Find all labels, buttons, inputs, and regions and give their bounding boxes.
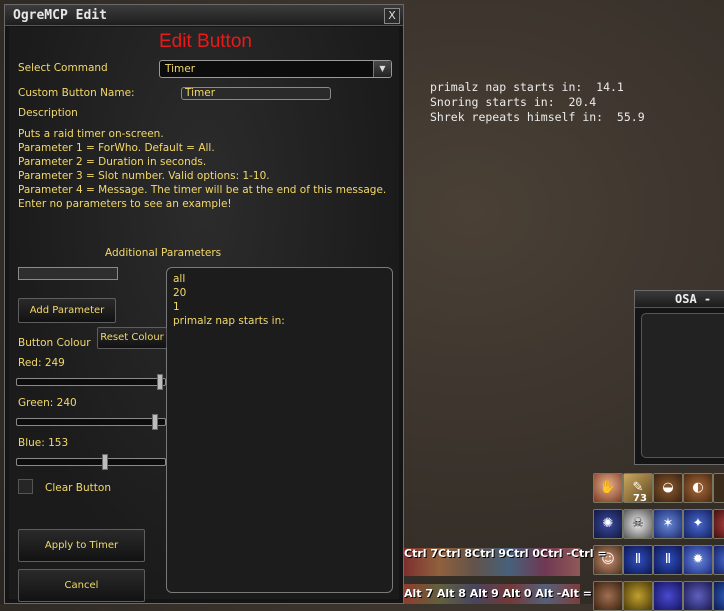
spell-icon: Ⅱ (634, 552, 642, 567)
chevron-down-icon[interactable]: ▼ (373, 61, 391, 77)
command-select-value: Timer (165, 63, 196, 75)
select-command-label: Select Command (18, 62, 108, 74)
spell-icon: Ⅱ (664, 552, 672, 567)
blue-slider-thumb[interactable] (102, 454, 108, 470)
list-item[interactable]: all (173, 272, 386, 286)
list-item[interactable]: 1 (173, 300, 386, 314)
command-select[interactable]: Timer ▼ (159, 60, 392, 78)
osa-window: OSA - (634, 290, 724, 465)
green-slider-track[interactable] (16, 418, 166, 426)
list-item[interactable]: 20 (173, 286, 386, 300)
hotbar-slot[interactable] (713, 473, 724, 503)
apply-to-timer-button[interactable]: Apply to Timer (18, 529, 145, 562)
hotbar-slot[interactable]: ✶ (653, 509, 683, 539)
description-line: Puts a raid timer on-screen. (18, 128, 164, 140)
hotbar-keybinds-row1: Ctrl 7Ctrl 8Ctrl 9Ctrl 0Ctrl -Ctrl = (404, 547, 607, 560)
custom-name-input[interactable]: Timer (181, 87, 331, 100)
description-line: Parameter 1 = ForWho. Default = All. (18, 142, 215, 154)
description-line: Parameter 2 = Duration in seconds. (18, 156, 207, 168)
edit-panel: Edit Button Select Command Timer ▼ Custo… (9, 27, 399, 602)
close-button[interactable]: X (384, 8, 400, 24)
hotbar-slot[interactable] (653, 581, 683, 611)
red-label: Red: 249 (18, 357, 65, 369)
green-label: Green: 240 (18, 397, 77, 409)
blue-slider[interactable] (16, 454, 166, 470)
description-line: Enter no parameters to see an example! (18, 198, 232, 210)
stack-count: 73 (633, 493, 647, 504)
parameters-list[interactable]: all 20 1 primalz nap starts in: (166, 267, 393, 593)
hotbar-slot[interactable] (593, 581, 623, 611)
hotbar-slot[interactable]: Ⅱ (623, 545, 653, 575)
rune-icon: ✺ (602, 516, 614, 531)
bread-icon: ◒ (662, 480, 674, 495)
red-slider-track[interactable] (16, 378, 166, 386)
green-slider-thumb[interactable] (152, 414, 158, 430)
hotbar-slot[interactable] (713, 545, 724, 575)
timer-text-2: Snoring starts in: 20.4 (430, 95, 597, 109)
clear-button-label: Clear Button (45, 482, 111, 494)
claw-icon: ✶ (662, 516, 674, 531)
warrior-icon: ♞ (714, 516, 724, 531)
hotbar-slot[interactable]: ♞ (713, 509, 724, 539)
skull-icon: ☠ (632, 516, 644, 531)
food-icon: ◐ (692, 480, 704, 495)
red-slider[interactable] (16, 374, 166, 390)
osa-window-title[interactable]: OSA - (635, 291, 724, 308)
description-label: Description (18, 107, 78, 119)
hotbar-slot[interactable]: Ⅱ (653, 545, 683, 575)
hotbar-slot[interactable] (713, 581, 724, 611)
red-slider-thumb[interactable] (157, 374, 163, 390)
hotbar-slot[interactable] (683, 581, 713, 611)
hotbar-slot[interactable]: ◐ (683, 473, 713, 503)
page-title: Edit Button (159, 31, 252, 52)
hotbar-slot[interactable]: ☠ (623, 509, 653, 539)
gear-icon: ✹ (692, 552, 704, 567)
hand-icon: ✋ (599, 480, 617, 495)
timer-text-3: Shrek repeats himself in: 55.9 (430, 110, 645, 124)
hotbar-slot[interactable]: ✎ 73 (623, 473, 653, 504)
hotbar-slot[interactable]: ✺ (593, 509, 623, 539)
cancel-button[interactable]: Cancel (18, 569, 145, 602)
description-line: Parameter 4 = Message. The timer will be… (18, 184, 387, 196)
blue-slider-track[interactable] (16, 458, 166, 466)
button-colour-label: Button Colour (18, 337, 91, 349)
hotbar-slot[interactable]: ✹ (683, 545, 713, 575)
description-text: Puts a raid timer on-screen. Parameter 1… (18, 127, 386, 211)
magic-icon: ✦ (692, 516, 704, 531)
custom-name-label: Custom Button Name: (18, 87, 135, 99)
hotbar-keybinds-row2: Alt 7 Alt 8 Alt 9 Alt 0 Alt -Alt = (404, 587, 592, 600)
hotbar-slot[interactable] (623, 581, 653, 611)
reset-colour-button[interactable]: Reset Colour (97, 327, 167, 349)
clear-button-checkbox[interactable] (18, 479, 33, 494)
timer-text-1: primalz nap starts in: 14.1 (430, 80, 624, 94)
window-titlebar[interactable]: OgreMCP Edit X (5, 5, 403, 26)
ogremcp-edit-window: OgreMCP Edit X Edit Button Select Comman… (4, 4, 404, 604)
hotbar-slot[interactable]: ◒ (653, 473, 683, 503)
hotbar-slot[interactable]: ✦ (683, 509, 713, 539)
description-line: Parameter 3 = Slot number. Valid options… (18, 170, 270, 182)
hotbar-slot[interactable]: ✋ (593, 473, 623, 503)
blue-label: Blue: 153 (18, 437, 69, 449)
list-item[interactable]: primalz nap starts in: (173, 314, 386, 328)
window-title: OgreMCP Edit (13, 8, 107, 23)
osa-window-content (641, 313, 724, 458)
green-slider[interactable] (16, 414, 166, 430)
add-parameter-button[interactable]: Add Parameter (18, 298, 116, 323)
parameter-input[interactable] (18, 267, 118, 280)
additional-params-label: Additional Parameters (105, 247, 222, 259)
